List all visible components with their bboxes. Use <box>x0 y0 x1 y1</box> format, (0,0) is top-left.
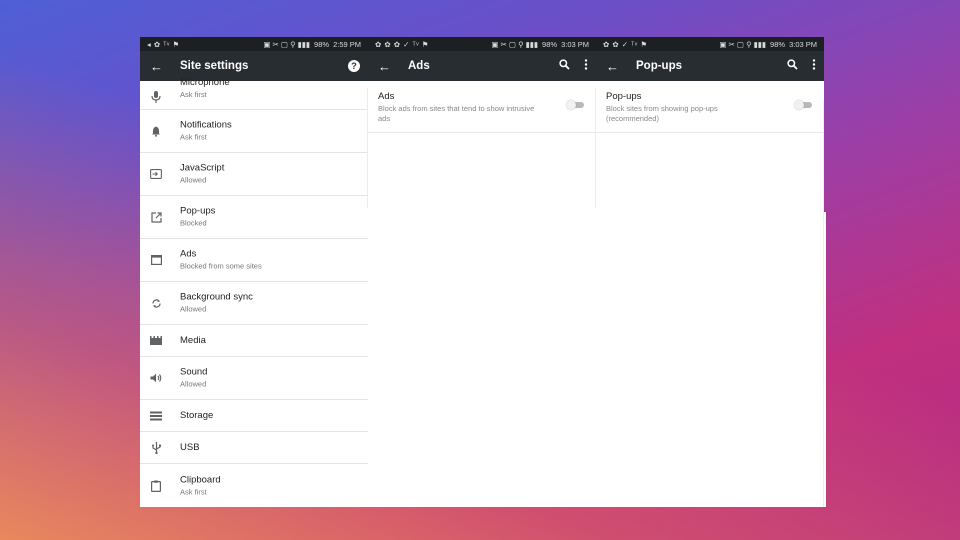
status-bar: ✿ ✿ ✓ ᵀᵛ ⚑ ▣ ✂ ▢ ⚲ ▮▮▮ 98% 3:03 PM <box>596 37 824 51</box>
setting-description: Block ads from sites that tend to show i… <box>378 104 535 123</box>
list-item-background-sync[interactable]: Background sync Allowed <box>140 282 368 325</box>
clipboard-icon <box>150 480 162 492</box>
item-subtitle: Ask first <box>180 90 207 99</box>
item-subtitle: Ask first <box>180 487 207 496</box>
item-subtitle: Allowed <box>180 379 207 389</box>
item-title: Ads <box>180 248 197 260</box>
status-left-icons: ✿ ✿ ✿ ✓ ᵀᵛ ⚑ <box>375 39 429 49</box>
setting-title: Pop-ups <box>606 91 642 102</box>
list-item-ads[interactable]: Ads Blocked from some sites <box>140 239 368 282</box>
item-subtitle: Allowed <box>180 175 207 185</box>
status-right-icons: ▣ ✂ ▢ ⚲ ▮▮▮ <box>719 39 767 49</box>
ads-screen-content-area <box>368 212 826 507</box>
film-icon <box>150 335 162 347</box>
app-bar: ← Site settings ? <box>140 51 368 81</box>
sync-icon <box>150 297 162 309</box>
back-arrow-icon[interactable]: ← <box>150 59 164 74</box>
battery-level: 98% <box>542 39 558 49</box>
list-item-sound[interactable]: Sound Allowed <box>140 357 368 400</box>
status-left-icons: ◂ ✿ ᵀᵛ ⚑ <box>147 39 180 49</box>
list-item-media[interactable]: Media <box>140 325 368 357</box>
page-title: Site settings <box>180 60 249 72</box>
speaker-icon <box>150 372 162 384</box>
page-title: Ads <box>408 60 430 72</box>
battery-level: 98% <box>770 39 786 49</box>
javascript-icon <box>150 168 162 180</box>
status-time: 3:03 PM <box>789 39 817 49</box>
list-item-storage[interactable]: Storage <box>140 400 368 432</box>
app-bar: ← Ads <box>368 51 596 81</box>
more-options-icon[interactable] <box>584 59 588 73</box>
battery-level: 98% <box>314 39 330 49</box>
item-title: USB <box>180 441 200 453</box>
pop-ups-setting-row[interactable]: Pop-ups Block sites from showing pop-ups… <box>596 81 824 133</box>
toggle-thumb <box>794 100 804 110</box>
ads-setting-row[interactable]: Ads Block ads from sites that tend to sh… <box>368 81 596 133</box>
screen-divider <box>595 88 596 208</box>
usb-icon <box>150 441 162 454</box>
bell-icon <box>150 125 162 137</box>
ads-toggle-switch[interactable] <box>566 100 584 110</box>
ads-screen: ✿ ✿ ✿ ✓ ᵀᵛ ⚑ ▣ ✂ ▢ ⚲ ▮▮▮ 98% 3:03 PM ← A… <box>368 37 596 212</box>
toggle-thumb <box>566 100 576 110</box>
more-options-icon[interactable] <box>812 59 816 73</box>
back-arrow-icon[interactable]: ← <box>378 59 392 74</box>
list-item-microphone[interactable]: Microphone Ask first <box>140 77 368 110</box>
item-title: Notifications <box>180 119 232 131</box>
item-title: Pop-ups <box>180 205 216 217</box>
item-title: JavaScript <box>180 162 225 174</box>
status-right-icons: ▣ ✂ ▢ ⚲ ▮▮▮ <box>263 39 311 49</box>
list-item-pop-ups[interactable]: Pop-ups Blocked <box>140 196 368 239</box>
list-item-clipboard[interactable]: Clipboard Ask first <box>140 464 368 507</box>
search-icon[interactable] <box>787 59 798 73</box>
site-settings-screen: ◂ ✿ ᵀᵛ ⚑ ▣ ✂ ▢ ⚲ ▮▮▮ 98% 2:59 PM ← Site … <box>140 37 368 507</box>
item-title: Storage <box>180 409 214 421</box>
pop-ups-screen: ✿ ✿ ✓ ᵀᵛ ⚑ ▣ ✂ ▢ ⚲ ▮▮▮ 98% 3:03 PM ← Pop… <box>596 37 824 212</box>
item-subtitle: Blocked from some sites <box>180 261 262 271</box>
pop-ups-toggle-switch[interactable] <box>794 100 812 110</box>
item-title: Sound <box>180 366 208 378</box>
status-right-icons: ▣ ✂ ▢ ⚲ ▮▮▮ <box>491 39 539 49</box>
app-bar: ← Pop-ups <box>596 51 824 81</box>
status-time: 3:03 PM <box>561 39 589 49</box>
item-title: Background sync <box>180 291 253 303</box>
page-title: Pop-ups <box>636 60 682 72</box>
setting-description: Block sites from showing pop-ups (recomm… <box>606 104 718 123</box>
site-settings-list: Microphone Ask first Notifications Ask fir… <box>140 77 368 507</box>
status-bar: ◂ ✿ ᵀᵛ ⚑ ▣ ✂ ▢ ⚲ ▮▮▮ 98% 2:59 PM <box>140 37 368 51</box>
list-item-javascript[interactable]: JavaScript Allowed <box>140 153 368 196</box>
setting-title: Ads <box>378 91 395 102</box>
list-item-usb[interactable]: USB <box>140 432 368 464</box>
item-subtitle: Ask first <box>180 132 207 142</box>
search-icon[interactable] <box>559 59 570 73</box>
open-in-new-icon <box>150 211 162 223</box>
item-subtitle: Blocked <box>180 218 207 228</box>
status-bar: ✿ ✿ ✿ ✓ ᵀᵛ ⚑ ▣ ✂ ▢ ⚲ ▮▮▮ 98% 3:03 PM <box>368 37 596 51</box>
screen-divider <box>823 100 824 507</box>
list-item-notifications[interactable]: Notifications Ask first <box>140 110 368 153</box>
microphone-icon <box>150 91 162 103</box>
web-window-icon <box>150 254 162 266</box>
status-left-icons: ✿ ✿ ✓ ᵀᵛ ⚑ <box>603 39 648 49</box>
screen-divider <box>367 88 368 208</box>
storage-icon <box>150 410 162 422</box>
item-title: Media <box>180 334 206 346</box>
item-title: Clipboard <box>180 474 221 485</box>
item-subtitle: Allowed <box>180 304 207 314</box>
item-title: Microphone <box>180 77 230 88</box>
back-arrow-icon[interactable]: ← <box>606 59 620 74</box>
status-time: 2:59 PM <box>333 39 361 49</box>
help-icon[interactable]: ? <box>348 60 360 72</box>
